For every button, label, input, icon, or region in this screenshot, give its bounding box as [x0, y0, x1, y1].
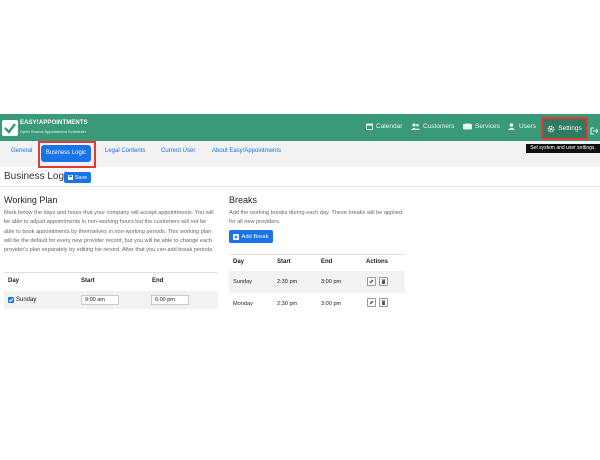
br-day: Sunday	[233, 279, 252, 285]
divider	[4, 272, 218, 273]
wp-col-end: End	[152, 278, 164, 284]
sign-out-icon[interactable]	[590, 122, 599, 140]
sunday-checkbox[interactable]	[8, 297, 14, 303]
nav-settings-label: Settings	[558, 125, 582, 132]
br-col-actions: Actions	[366, 259, 389, 265]
brand-name[interactable]: EASY!APPOINTMENTS	[20, 120, 88, 126]
add-break-label: Add Break	[241, 233, 269, 240]
nav-services[interactable]: Services	[463, 123, 500, 130]
add-break-button[interactable]: Add Break	[229, 230, 273, 243]
user-icon	[508, 123, 515, 130]
page-title: Business Logic	[4, 171, 72, 182]
logo-check-icon	[2, 120, 18, 136]
services-icon	[463, 123, 472, 130]
save-button-label: Save	[74, 174, 88, 181]
delete-break-button[interactable]	[379, 298, 388, 307]
save-icon	[67, 175, 73, 180]
wp-col-start: Start	[81, 278, 95, 284]
edit-icon	[369, 279, 374, 284]
wp-end-input[interactable]: 6:00 pm	[151, 295, 189, 305]
br-start: 2:30 pm	[277, 301, 298, 307]
users-icon	[411, 123, 420, 130]
gear-icon	[547, 125, 555, 132]
tab-about[interactable]: About Easy!Appointments	[212, 148, 281, 154]
nav-users[interactable]: Users	[507, 123, 536, 130]
settings-tooltip: Set system and user settings.	[526, 144, 600, 153]
trash-icon	[381, 300, 386, 305]
wp-day-label: Sunday	[16, 297, 37, 303]
divider	[229, 254, 405, 255]
nav-settings[interactable]: Settings	[541, 117, 588, 140]
delete-break-button[interactable]	[379, 277, 388, 286]
tab-current-user[interactable]: Current User	[161, 148, 195, 154]
working-plan-title: Working Plan	[4, 195, 58, 205]
breaks-title: Breaks	[229, 195, 258, 205]
divider	[0, 186, 600, 187]
tab-general[interactable]: General	[11, 148, 32, 154]
nav-calendar[interactable]: Calendar	[366, 123, 402, 130]
br-col-start: Start	[277, 259, 291, 265]
trash-icon	[381, 279, 386, 284]
nav-calendar-label: Calendar	[376, 123, 403, 130]
nav-services-label: Services	[475, 123, 500, 130]
br-end: 3:00 pm	[321, 279, 342, 285]
nav-customers[interactable]: Customers	[411, 123, 454, 130]
working-plan-description: Mark below the days and hours that your …	[4, 210, 214, 254]
br-start: 2:30 pm	[277, 279, 298, 285]
wp-col-day: Day	[8, 278, 20, 284]
tab-highlight-box	[38, 141, 96, 168]
br-day: Monday	[233, 301, 253, 307]
plus-icon	[233, 233, 240, 240]
breaks-description: Add the working breaks during each day. …	[229, 210, 402, 226]
edit-icon	[369, 300, 374, 305]
edit-break-button[interactable]	[367, 298, 376, 307]
brand-tagline: Open Source Appointment Scheduler	[20, 129, 87, 134]
nav-customers-label: Customers	[423, 123, 455, 130]
br-col-day: Day	[233, 259, 245, 265]
wp-start-input[interactable]: 9:00 am	[81, 295, 119, 305]
nav-users-label: Users	[519, 123, 536, 130]
br-end: 3:00 pm	[321, 301, 342, 307]
br-col-end: End	[321, 259, 333, 265]
save-button[interactable]: Save	[64, 172, 91, 183]
edit-break-button[interactable]	[367, 277, 376, 286]
calendar-icon	[366, 123, 373, 130]
tab-legal-contents[interactable]: Legal Contents	[105, 148, 145, 154]
